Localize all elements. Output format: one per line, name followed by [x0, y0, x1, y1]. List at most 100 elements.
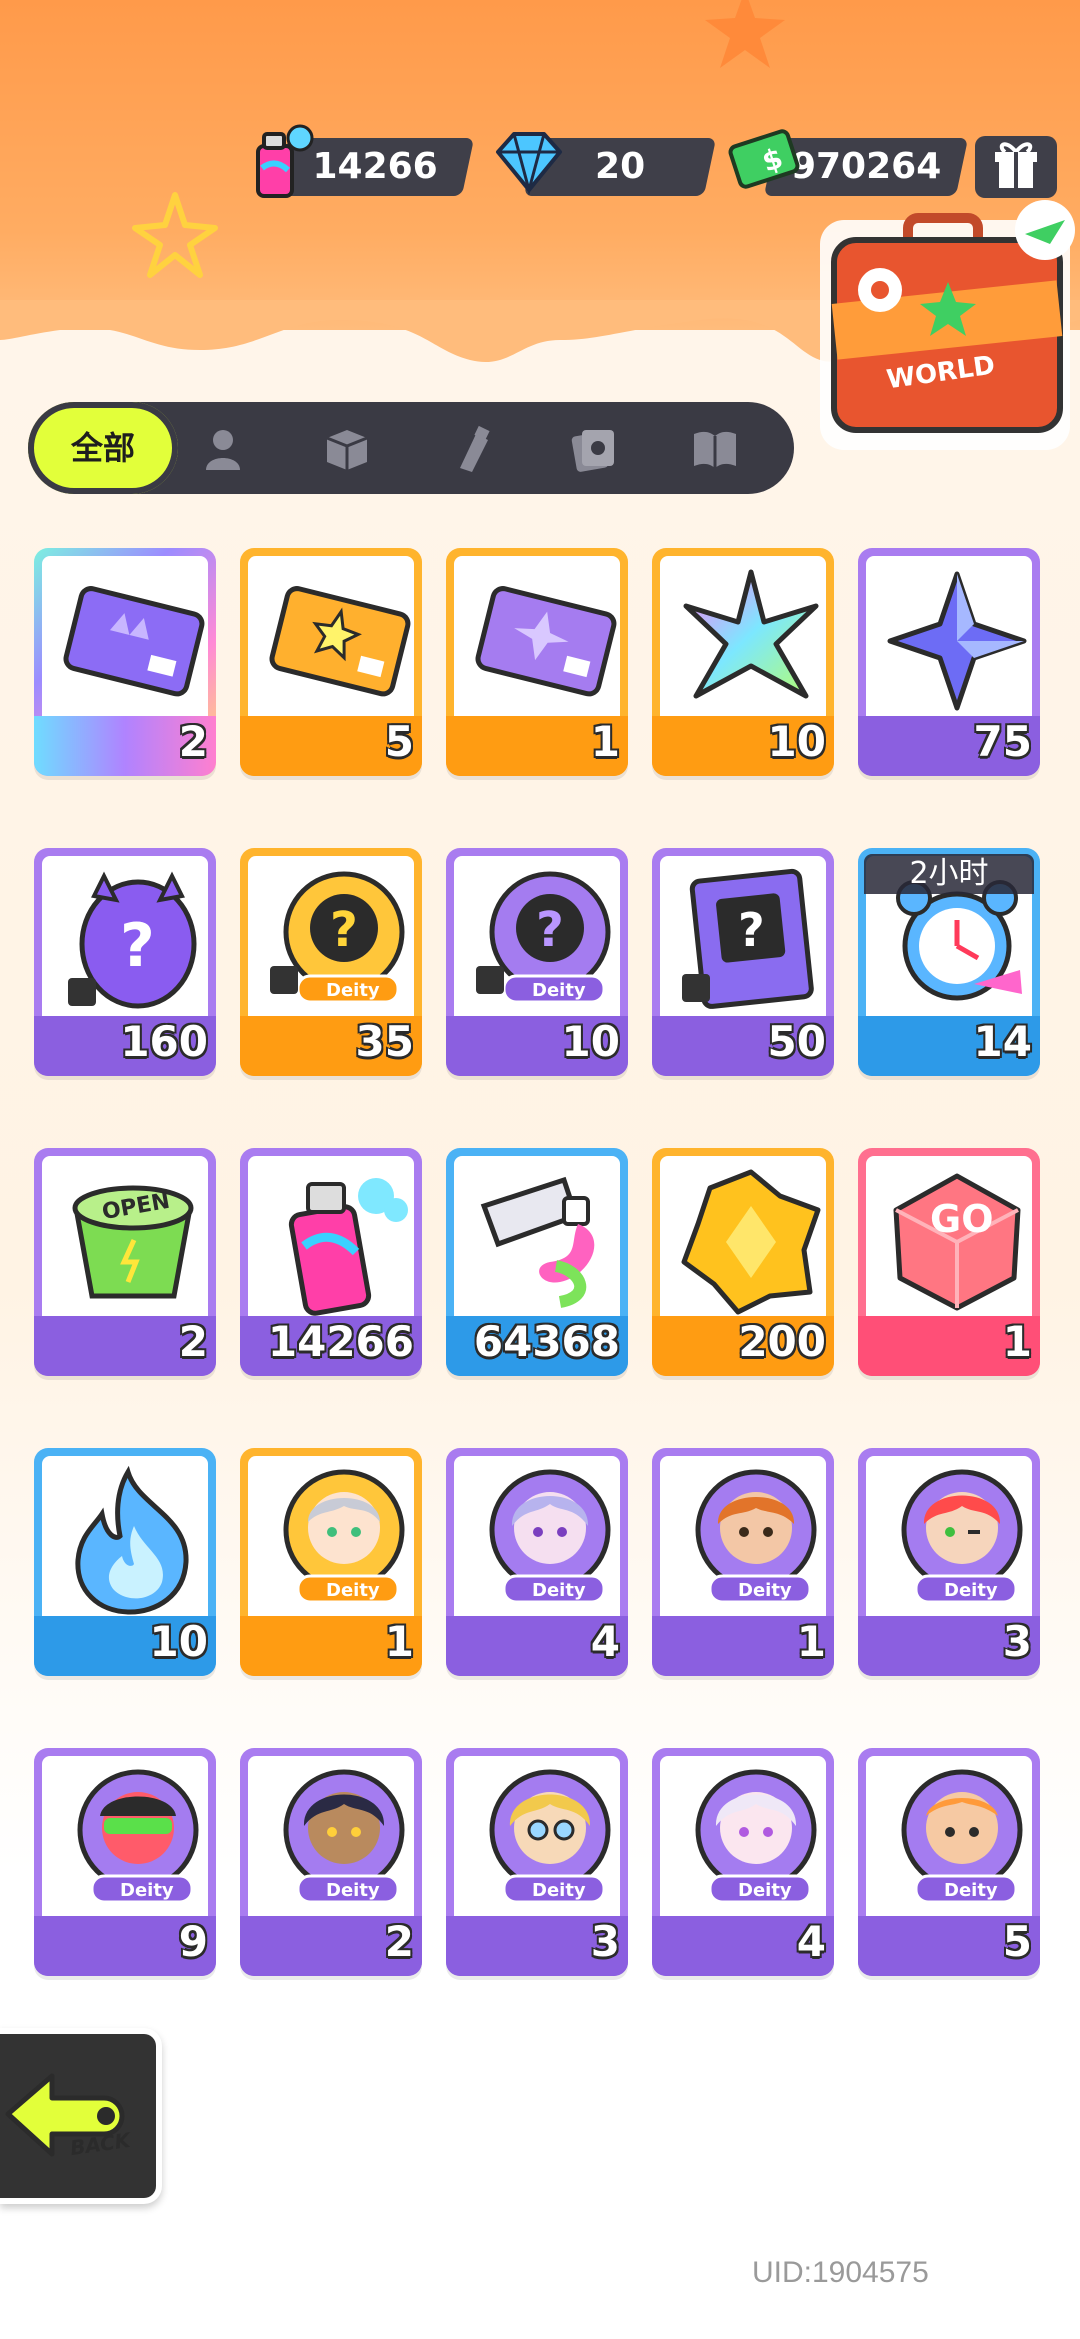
- item-count: 3: [590, 1917, 620, 1966]
- item-card[interactable]: 2小时 14: [858, 848, 1040, 1076]
- tab-all[interactable]: 全部: [28, 402, 178, 494]
- gift-button[interactable]: [975, 136, 1057, 198]
- item-count: 1: [1002, 1317, 1032, 1366]
- gold-crystal-icon: [681, 1169, 821, 1315]
- item-card[interactable]: 5: [240, 548, 422, 776]
- item-card[interactable]: ? Deity 10: [446, 848, 628, 1076]
- travel-card-fragment-icon: ?: [682, 868, 814, 1009]
- photo-card-icon[interactable]: [568, 424, 618, 474]
- svg-text:?: ?: [330, 902, 358, 958]
- item-count: 1: [796, 1617, 826, 1666]
- item-count: 35: [355, 1017, 414, 1066]
- item-card[interactable]: ? 50: [652, 848, 834, 1076]
- deity-label: Deity: [738, 1580, 792, 1601]
- paint-tube-icon[interactable]: [446, 424, 496, 474]
- world-suitcase-button[interactable]: WORLD: [820, 200, 1076, 450]
- item-card[interactable]: 10: [652, 548, 834, 776]
- item-card[interactable]: 200: [652, 1148, 834, 1376]
- item-count: 2: [384, 1917, 414, 1966]
- item-count: 50: [767, 1017, 826, 1066]
- item-count: 9: [178, 1917, 208, 1966]
- item-card[interactable]: Deity 5: [858, 1748, 1040, 1976]
- svg-text:GO: GO: [930, 1197, 994, 1241]
- deity-white-hair-icon: Deity: [695, 1769, 817, 1904]
- gold-ticket-icon: [269, 586, 411, 697]
- violet-ticket-icon: [475, 586, 617, 697]
- user-id: UID:1904575: [752, 2256, 929, 2289]
- deity-label: Deity: [120, 1880, 174, 1901]
- item-count: 4: [590, 1617, 620, 1666]
- purple-star-shard-icon: [887, 571, 1027, 711]
- item-card[interactable]: Deity 1: [652, 1448, 834, 1676]
- svg-text:?: ?: [120, 911, 155, 981]
- deity-label: Deity: [326, 1880, 380, 1901]
- item-count: 14266: [267, 1317, 414, 1366]
- item-count: 5: [1002, 1917, 1032, 1966]
- star-doodle-icon: [132, 192, 218, 278]
- item-card[interactable]: Deity 4: [446, 1448, 628, 1676]
- spray-can-item-icon: [288, 1178, 408, 1316]
- item-count: 2: [178, 717, 208, 766]
- item-card[interactable]: Deity 2: [240, 1748, 422, 1976]
- item-card[interactable]: ? 160: [34, 848, 216, 1076]
- item-count: 2: [178, 1317, 208, 1366]
- deity-label: Deity: [944, 1880, 998, 1901]
- item-count: 10: [149, 1617, 208, 1666]
- box-icon[interactable]: [322, 424, 372, 474]
- deity-dark-hair-icon: Deity: [283, 1769, 405, 1904]
- item-card[interactable]: 2: [34, 548, 216, 776]
- item-card[interactable]: 64368: [446, 1148, 628, 1376]
- item-count: 160: [120, 1017, 208, 1066]
- item-card[interactable]: Deity 3: [446, 1748, 628, 1976]
- svg-text:?: ?: [738, 903, 765, 957]
- item-card[interactable]: 14266: [240, 1148, 422, 1376]
- item-card[interactable]: 10: [34, 1448, 216, 1676]
- deity-orange-hair-icon: Deity: [695, 1469, 817, 1604]
- deity-lavender-hair-icon: Deity: [489, 1469, 611, 1604]
- deity-label: Deity: [532, 1880, 586, 1901]
- diamond-icon: [496, 132, 562, 196]
- deity-label: Deity: [532, 1580, 586, 1601]
- tab-all-label: 全部: [70, 429, 135, 467]
- svg-text:?: ?: [536, 902, 564, 958]
- item-card[interactable]: Deity 3: [858, 1448, 1040, 1676]
- person-icon[interactable]: [198, 424, 248, 474]
- deity-label: Deity: [326, 1580, 380, 1601]
- deity-label: Deity: [738, 1880, 792, 1901]
- back-button[interactable]: BACK: [0, 2028, 162, 2204]
- item-count: 5: [384, 717, 414, 766]
- rainbow-star-shard-icon: [683, 569, 819, 699]
- go-dice-icon: GO: [893, 1173, 1021, 1311]
- item-count: 200: [738, 1317, 826, 1366]
- item-card[interactable]: GO 1: [858, 1148, 1040, 1376]
- item-card[interactable]: ? Deity 35: [240, 848, 422, 1076]
- item-card[interactable]: Deity 1: [240, 1448, 422, 1676]
- deity-blonde-glasses-icon: Deity: [489, 1769, 611, 1904]
- deity-label: Deity: [532, 980, 586, 1001]
- item-count: 14: [973, 1017, 1032, 1066]
- purple-deity-fragment-icon: ? Deity: [476, 871, 611, 1004]
- cash-icon: $: [728, 129, 800, 189]
- item-card[interactable]: 1: [446, 548, 628, 776]
- open-cup-icon: OPEN: [72, 1185, 194, 1299]
- paint-tube-item-icon: [480, 1176, 595, 1308]
- timer-label: 2小时: [864, 854, 1034, 894]
- deity-green-mask-icon: Deity: [77, 1769, 199, 1904]
- item-count: 10: [767, 717, 826, 766]
- item-count: 1: [590, 717, 620, 766]
- gift-box-icon: [995, 142, 1037, 188]
- deity-label: Deity: [944, 1580, 998, 1601]
- item-card[interactable]: OPEN 2: [34, 1148, 216, 1376]
- deity-silver-hair-icon: Deity: [283, 1469, 405, 1604]
- suitcase-icon: WORLD: [820, 200, 1075, 450]
- item-card[interactable]: Deity 9: [34, 1748, 216, 1976]
- item-count: 75: [973, 717, 1032, 766]
- book-icon[interactable]: [690, 424, 740, 474]
- blue-flame-icon: [75, 1466, 189, 1615]
- spray-can-icon: [256, 124, 314, 198]
- item-card[interactable]: Deity 4: [652, 1748, 834, 1976]
- item-card[interactable]: 75: [858, 548, 1040, 776]
- item-count: 4: [796, 1917, 826, 1966]
- deity-bald-orange-icon: Deity: [901, 1769, 1023, 1904]
- deity-label: Deity: [326, 980, 380, 1001]
